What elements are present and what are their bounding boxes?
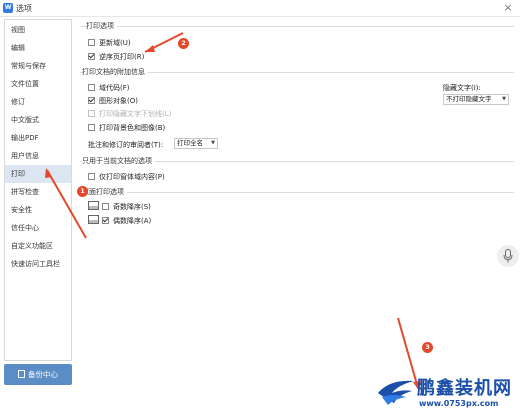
arrow-2-head [145,45,155,52]
watermark-logo-icon [378,380,414,405]
watermark-name: 鹏鑫装机网 [417,378,512,399]
arrow-1 [46,169,87,239]
annotation-badge-3: 3 [422,342,433,353]
annotation-badge-1: 1 [77,186,88,197]
annotation-arrows [45,32,421,391]
arrow-1-head [45,168,52,178]
watermark: 鹏鑫装机网 www.0753px.com [374,372,520,413]
watermark-url: www.0753px.com [419,399,499,408]
annotation-badge-2: 2 [178,38,189,49]
